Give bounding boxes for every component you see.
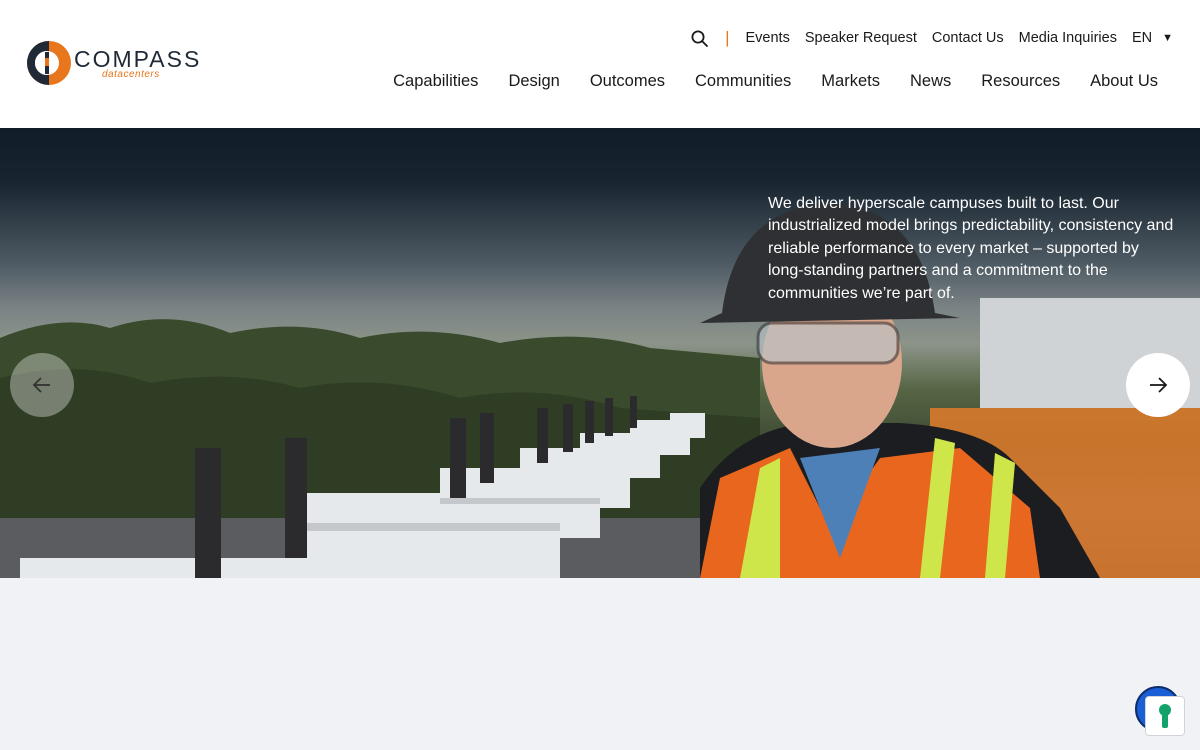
nav-item-about-us[interactable]: About Us <box>1090 72 1158 91</box>
nav-item-communities[interactable]: Communities <box>695 72 791 91</box>
arrow-right-icon <box>1150 377 1168 393</box>
utility-link-events[interactable]: Events <box>746 30 790 46</box>
arrow-left-icon <box>32 377 50 393</box>
logo-tagline: datacenters <box>102 69 160 80</box>
accessibility-widget[interactable] <box>1135 686 1185 736</box>
nav-item-design[interactable]: Design <box>508 72 559 91</box>
caret-down-icon: ▼ <box>1162 32 1173 44</box>
language-label: EN <box>1131 30 1153 46</box>
utility-nav: | Events Speaker Request Contact Us Medi… <box>691 28 1173 48</box>
utility-link-speaker-request[interactable]: Speaker Request <box>805 30 917 46</box>
utility-divider: | <box>725 28 730 47</box>
carousel-prev-button[interactable] <box>10 353 74 417</box>
keyhole-icon <box>1159 704 1171 728</box>
compass-logo[interactable]: COMPASS datacenters <box>26 40 199 90</box>
main-nav: Capabilities Design Outcomes Communities… <box>363 72 1158 91</box>
hero-copy: We deliver hyperscale campuses built to … <box>768 195 1174 302</box>
language-selector[interactable]: EN ▼ <box>1132 30 1173 46</box>
nav-item-markets[interactable]: Markets <box>821 72 880 91</box>
utility-link-media-inquiries[interactable]: Media Inquiries <box>1019 30 1117 46</box>
nav-item-outcomes[interactable]: Outcomes <box>590 72 665 91</box>
carousel-next-button[interactable] <box>1126 353 1190 417</box>
widget-card[interactable] <box>1145 696 1185 736</box>
hero-carousel: We deliver hyperscale campuses built to … <box>0 128 1200 578</box>
site-header: COMPASS datacenters | Events Speaker Req… <box>0 0 1200 128</box>
nav-item-capabilities[interactable]: Capabilities <box>393 72 478 91</box>
compass-logo-icon <box>27 41 71 85</box>
nav-item-resources[interactable]: Resources <box>981 72 1060 91</box>
search-icon[interactable] <box>691 29 709 47</box>
utility-link-contact-us[interactable]: Contact Us <box>932 30 1004 46</box>
nav-item-news[interactable]: News <box>910 72 951 91</box>
